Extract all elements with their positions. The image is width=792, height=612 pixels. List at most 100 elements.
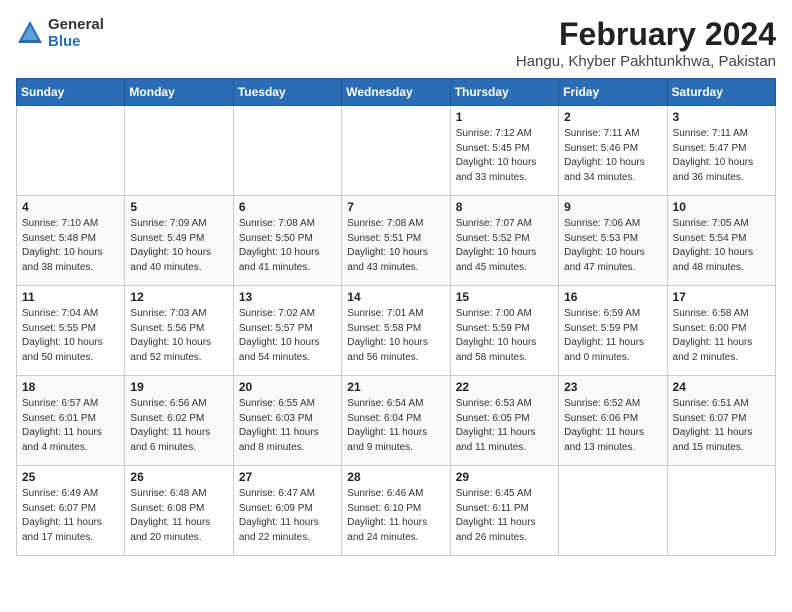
day-number: 15 bbox=[456, 290, 553, 304]
day-info: Sunrise: 6:46 AMSunset: 6:10 PMDaylight:… bbox=[347, 487, 444, 545]
day-number: 20 bbox=[239, 380, 336, 394]
col-header-wednesday: Wednesday bbox=[342, 79, 450, 106]
day-number: 26 bbox=[130, 470, 227, 484]
day-info: Sunrise: 6:45 AMSunset: 6:11 PMDaylight:… bbox=[456, 487, 553, 545]
day-number: 24 bbox=[673, 380, 770, 394]
calendar-cell: 15 Sunrise: 7:00 AMSunset: 5:59 PMDayligh… bbox=[450, 286, 558, 376]
calendar-cell: 28 Sunrise: 6:46 AMSunset: 6:10 PMDayligh… bbox=[342, 466, 450, 556]
day-number: 12 bbox=[130, 290, 227, 304]
day-number: 18 bbox=[22, 380, 119, 394]
calendar-week-row: 4Sunrise: 7:10 AMSunset: 5:48 PMDaylight… bbox=[17, 196, 776, 286]
logo-text: General Blue bbox=[48, 16, 104, 50]
calendar-cell: 12 Sunrise: 7:03 AMSunset: 5:56 PMDayligh… bbox=[125, 286, 233, 376]
col-header-tuesday: Tuesday bbox=[233, 79, 341, 106]
calendar-cell: 10Sunrise: 7:05 AMSunset: 5:54 PMDayligh… bbox=[667, 196, 775, 286]
calendar-cell: 6Sunrise: 7:08 AMSunset: 5:50 PMDaylight… bbox=[233, 196, 341, 286]
day-info: Sunrise: 6:56 AMSunset: 6:02 PMDaylight:… bbox=[130, 397, 227, 455]
col-header-saturday: Saturday bbox=[667, 79, 775, 106]
calendar-cell: 13Sunrise: 7:02 AMSunset: 5:57 PMDayligh… bbox=[233, 286, 341, 376]
day-info: Sunrise: 6:47 AMSunset: 6:09 PMDaylight:… bbox=[239, 487, 336, 545]
day-info: Sunrise: 7:08 AMSunset: 5:50 PMDaylight:… bbox=[239, 217, 336, 275]
calendar-cell: 4Sunrise: 7:10 AMSunset: 5:48 PMDaylight… bbox=[17, 196, 125, 286]
day-number: 16 bbox=[564, 290, 661, 304]
col-header-thursday: Thursday bbox=[450, 79, 558, 106]
calendar-cell: 3 Sunrise: 7:11 AMSunset: 5:47 PMDaylight… bbox=[667, 106, 775, 196]
day-number: 2 bbox=[564, 110, 661, 124]
day-number: 23 bbox=[564, 380, 661, 394]
day-number: 14 bbox=[347, 290, 444, 304]
day-info: Sunrise: 6:57 AMSunset: 6:01 PMDaylight:… bbox=[22, 397, 119, 455]
day-number: 11 bbox=[22, 290, 119, 304]
day-info: Sunrise: 7:08 AMSunset: 5:51 PMDaylight:… bbox=[347, 217, 444, 275]
day-info: Sunrise: 7:02 AMSunset: 5:57 PMDaylight:… bbox=[239, 307, 336, 365]
calendar-week-row: 25 Sunrise: 6:49 AMSunset: 6:07 PMDayligh… bbox=[17, 466, 776, 556]
day-number: 19 bbox=[130, 380, 227, 394]
calendar-cell: 2 Sunrise: 7:11 AMSunset: 5:46 PMDaylight… bbox=[559, 106, 667, 196]
day-number: 17 bbox=[673, 290, 770, 304]
calendar-week-row: 18 Sunrise: 6:57 AMSunset: 6:01 PMDayligh… bbox=[17, 376, 776, 466]
day-info: Sunrise: 7:03 AMSunset: 5:56 PMDaylight:… bbox=[130, 307, 227, 365]
day-info: Sunrise: 7:11 AMSunset: 5:46 PMDaylight:… bbox=[564, 127, 661, 185]
day-info: Sunrise: 7:00 AMSunset: 5:59 PMDaylight:… bbox=[456, 307, 553, 365]
calendar-cell: 16 Sunrise: 6:59 AMSunset: 5:59 PMDayligh… bbox=[559, 286, 667, 376]
day-info: Sunrise: 7:01 AMSunset: 5:58 PMDaylight:… bbox=[347, 307, 444, 365]
day-number: 8 bbox=[456, 200, 553, 214]
calendar-cell bbox=[342, 106, 450, 196]
calendar-cell: 26 Sunrise: 6:48 AMSunset: 6:08 PMDayligh… bbox=[125, 466, 233, 556]
calendar-cell: 23 Sunrise: 6:52 AMSunset: 6:06 PMDayligh… bbox=[559, 376, 667, 466]
day-info: Sunrise: 7:04 AMSunset: 5:55 PMDaylight:… bbox=[22, 307, 119, 365]
day-info: Sunrise: 7:09 AMSunset: 5:49 PMDaylight:… bbox=[130, 217, 227, 275]
day-info: Sunrise: 7:07 AMSunset: 5:52 PMDaylight:… bbox=[456, 217, 553, 275]
location: Hangu, Khyber Pakhtunkhwa, Pakistan bbox=[516, 53, 776, 70]
day-number: 22 bbox=[456, 380, 553, 394]
calendar-header-row: SundayMondayTuesdayWednesdayThursdayFrid… bbox=[17, 79, 776, 106]
day-number: 25 bbox=[22, 470, 119, 484]
logo: General Blue bbox=[16, 16, 104, 50]
day-number: 5 bbox=[130, 200, 227, 214]
calendar-cell: 11 Sunrise: 7:04 AMSunset: 5:55 PMDayligh… bbox=[17, 286, 125, 376]
day-number: 10 bbox=[673, 200, 770, 214]
calendar-cell: 22 Sunrise: 6:53 AMSunset: 6:05 PMDayligh… bbox=[450, 376, 558, 466]
calendar-cell: 27 Sunrise: 6:47 AMSunset: 6:09 PMDayligh… bbox=[233, 466, 341, 556]
day-info: Sunrise: 6:52 AMSunset: 6:06 PMDaylight:… bbox=[564, 397, 661, 455]
logo-icon bbox=[16, 19, 44, 47]
day-info: Sunrise: 6:54 AMSunset: 6:04 PMDaylight:… bbox=[347, 397, 444, 455]
col-header-monday: Monday bbox=[125, 79, 233, 106]
day-info: Sunrise: 6:58 AMSunset: 6:00 PMDaylight:… bbox=[673, 307, 770, 365]
day-number: 28 bbox=[347, 470, 444, 484]
calendar-cell: 14 Sunrise: 7:01 AMSunset: 5:58 PMDayligh… bbox=[342, 286, 450, 376]
day-number: 21 bbox=[347, 380, 444, 394]
calendar-cell bbox=[667, 466, 775, 556]
calendar-week-row: 11 Sunrise: 7:04 AMSunset: 5:55 PMDayligh… bbox=[17, 286, 776, 376]
calendar-cell: 9Sunrise: 7:06 AMSunset: 5:53 PMDaylight… bbox=[559, 196, 667, 286]
calendar-cell bbox=[559, 466, 667, 556]
day-info: Sunrise: 6:48 AMSunset: 6:08 PMDaylight:… bbox=[130, 487, 227, 545]
calendar-cell: 24 Sunrise: 6:51 AMSunset: 6:07 PMDayligh… bbox=[667, 376, 775, 466]
calendar-cell bbox=[125, 106, 233, 196]
month-title: February 2024 bbox=[516, 16, 776, 53]
calendar-cell bbox=[17, 106, 125, 196]
day-info: Sunrise: 6:49 AMSunset: 6:07 PMDaylight:… bbox=[22, 487, 119, 545]
day-info: Sunrise: 6:59 AMSunset: 5:59 PMDaylight:… bbox=[564, 307, 661, 365]
calendar-cell: 5 Sunrise: 7:09 AMSunset: 5:49 PMDaylight… bbox=[125, 196, 233, 286]
calendar-table: SundayMondayTuesdayWednesdayThursdayFrid… bbox=[16, 78, 776, 556]
calendar-cell: 21 Sunrise: 6:54 AMSunset: 6:04 PMDayligh… bbox=[342, 376, 450, 466]
calendar-cell: 19 Sunrise: 6:56 AMSunset: 6:02 PMDayligh… bbox=[125, 376, 233, 466]
day-info: Sunrise: 7:10 AMSunset: 5:48 PMDaylight:… bbox=[22, 217, 119, 275]
calendar-cell: 18 Sunrise: 6:57 AMSunset: 6:01 PMDayligh… bbox=[17, 376, 125, 466]
day-info: Sunrise: 6:53 AMSunset: 6:05 PMDaylight:… bbox=[456, 397, 553, 455]
day-info: Sunrise: 6:51 AMSunset: 6:07 PMDaylight:… bbox=[673, 397, 770, 455]
calendar-cell: 29 Sunrise: 6:45 AMSunset: 6:11 PMDayligh… bbox=[450, 466, 558, 556]
day-number: 29 bbox=[456, 470, 553, 484]
calendar-cell: 1Sunrise: 7:12 AMSunset: 5:45 PMDaylight… bbox=[450, 106, 558, 196]
day-info: Sunrise: 7:06 AMSunset: 5:53 PMDaylight:… bbox=[564, 217, 661, 275]
col-header-sunday: Sunday bbox=[17, 79, 125, 106]
calendar-cell: 20 Sunrise: 6:55 AMSunset: 6:03 PMDayligh… bbox=[233, 376, 341, 466]
day-number: 3 bbox=[673, 110, 770, 124]
day-info: Sunrise: 7:11 AMSunset: 5:47 PMDaylight:… bbox=[673, 127, 770, 185]
col-header-friday: Friday bbox=[559, 79, 667, 106]
day-number: 27 bbox=[239, 470, 336, 484]
day-number: 1 bbox=[456, 110, 553, 124]
day-info: Sunrise: 6:55 AMSunset: 6:03 PMDaylight:… bbox=[239, 397, 336, 455]
calendar-cell: 25 Sunrise: 6:49 AMSunset: 6:07 PMDayligh… bbox=[17, 466, 125, 556]
